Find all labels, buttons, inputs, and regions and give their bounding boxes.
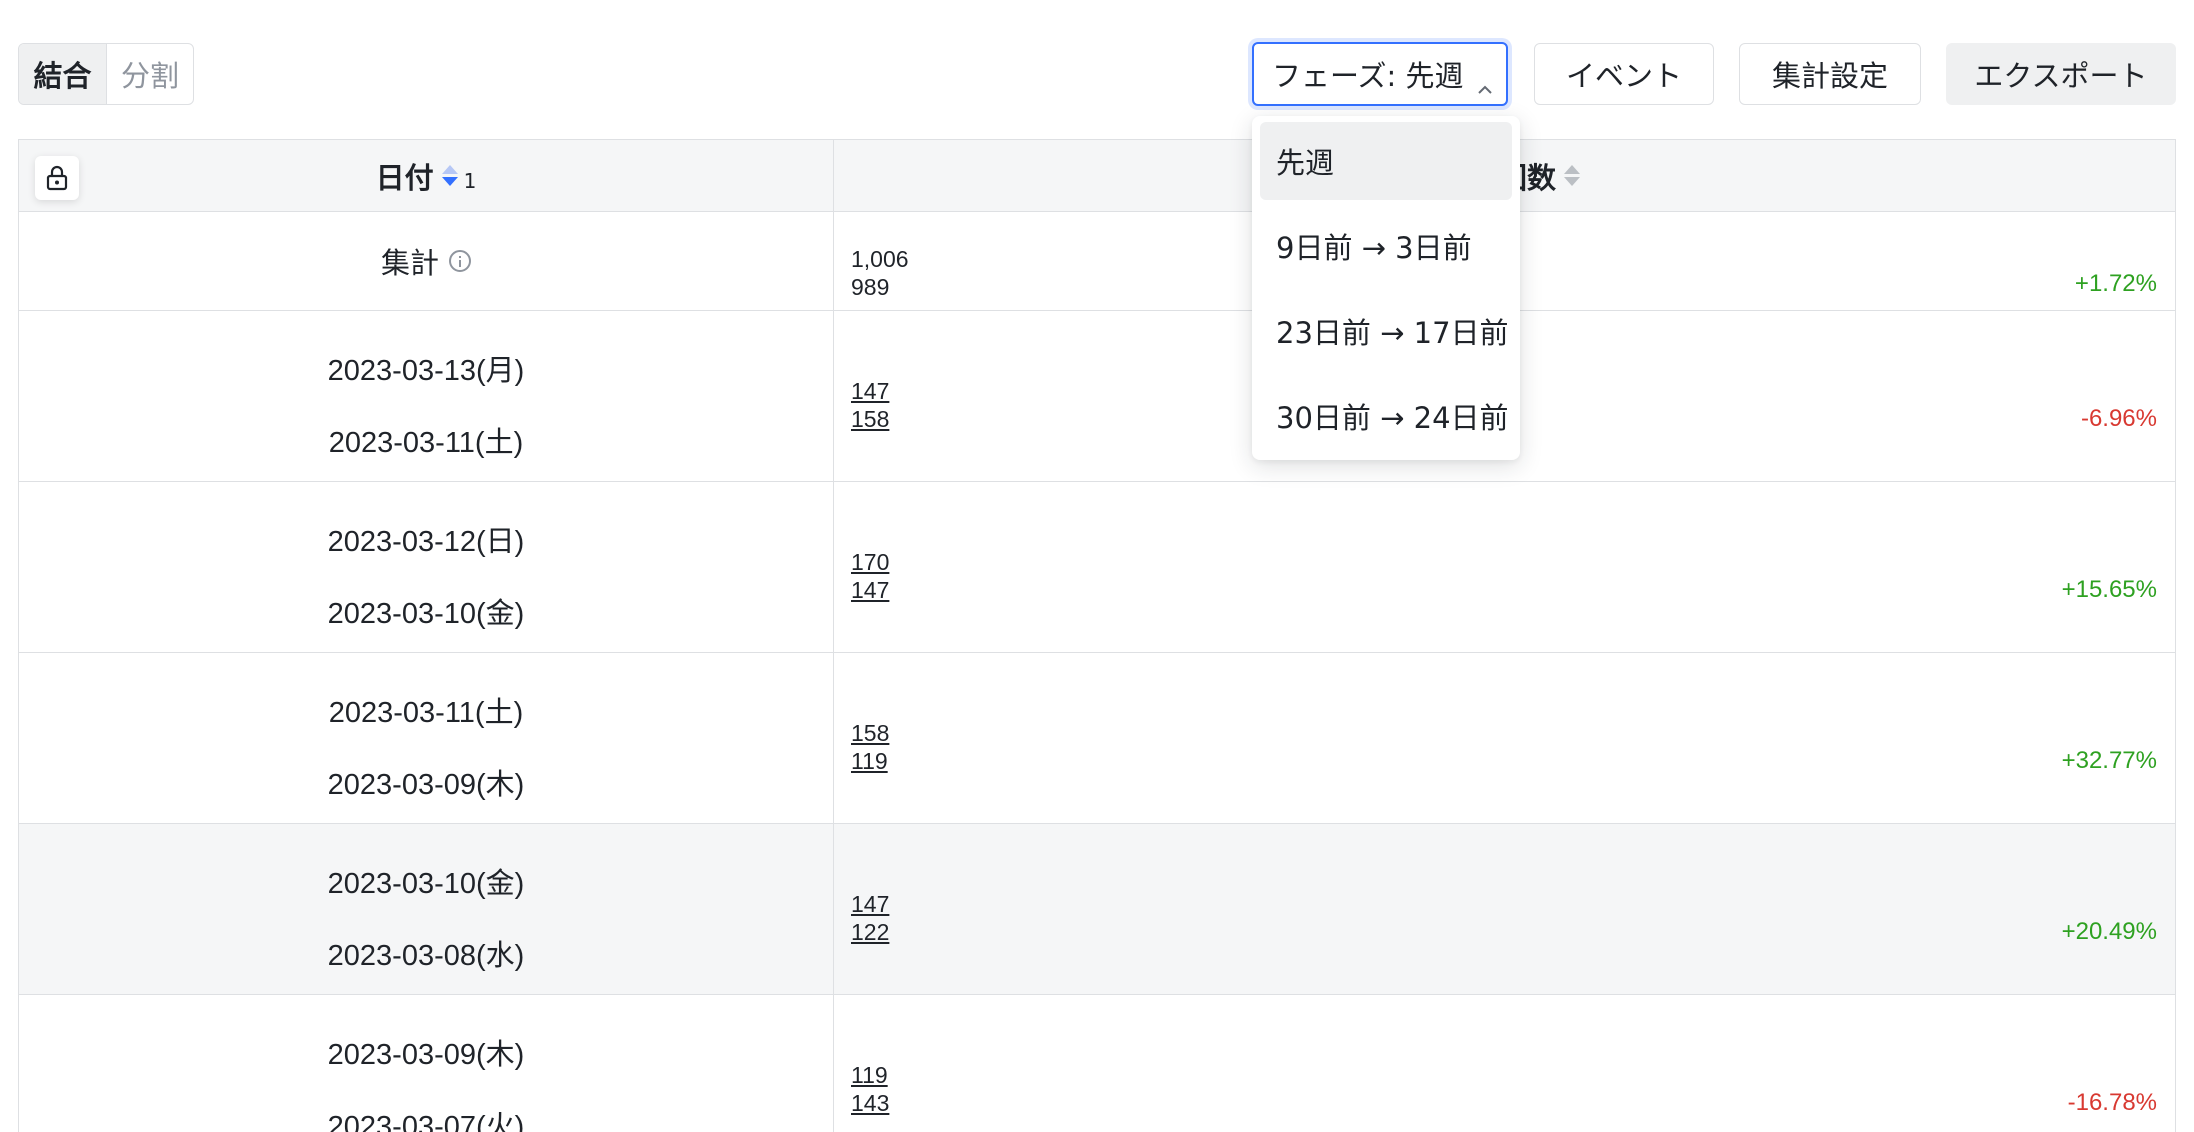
table-row: 2023-03-09(木) 2023-03-07(火) 119 143 -16.… bbox=[19, 995, 2175, 1132]
phase-option-23-to-17-days[interactable]: 23日前 → 17日前 bbox=[1260, 292, 1512, 370]
current-date: 2023-03-10(金) bbox=[327, 868, 525, 900]
previous-value-link[interactable]: 158 bbox=[851, 405, 889, 433]
summary-label-wrap: 集計 bbox=[19, 212, 833, 310]
summary-change-rate: +1.72% bbox=[2074, 270, 2157, 297]
summary-row: 集計 1,006 989 +1.72% bbox=[19, 212, 2175, 311]
previous-value-link[interactable]: 119 bbox=[851, 747, 889, 775]
export-button[interactable]: エクスポート bbox=[1946, 43, 2176, 105]
phase-option-last-week[interactable]: 先週 bbox=[1260, 122, 1512, 200]
row-values: 119 143 bbox=[851, 1061, 889, 1117]
merge-tab[interactable]: 結合 bbox=[19, 44, 107, 104]
data-table: 日付 1 .合計回数 集計 bbox=[18, 139, 2176, 1132]
sort-icon[interactable] bbox=[441, 165, 458, 186]
change-rate: -6.96% bbox=[2080, 405, 2157, 432]
change-rate: +32.77% bbox=[2061, 747, 2157, 774]
previous-date: 2023-03-08(水) bbox=[327, 940, 525, 972]
table-row: 2023-03-11(土) 2023-03-09(木) 158 119 +32.… bbox=[19, 653, 2175, 824]
table-row: 2023-03-12(日) 2023-03-10(金) 170 147 +15.… bbox=[19, 482, 2175, 653]
merge-split-toggle: 結合 分割 bbox=[18, 43, 194, 105]
previous-value-link[interactable]: 147 bbox=[851, 576, 889, 604]
date-column-header[interactable]: 日付 1 bbox=[19, 140, 834, 211]
value-cell: 158 119 +32.77% bbox=[834, 653, 2175, 823]
lock-icon[interactable] bbox=[35, 156, 79, 200]
current-date: 2023-03-12(日) bbox=[327, 526, 525, 558]
change-rate: +15.65% bbox=[2061, 576, 2157, 603]
phase-option-30-to-24-days[interactable]: 30日前 → 24日前 bbox=[1260, 377, 1512, 455]
row-values: 147 122 bbox=[851, 890, 889, 946]
value-cell: 170 147 +15.65% bbox=[834, 482, 2175, 652]
value-cell: 119 143 -16.78% bbox=[834, 995, 2175, 1132]
current-date: 2023-03-09(木) bbox=[327, 1039, 525, 1071]
summary-values: 1,006 989 bbox=[851, 245, 909, 301]
sort-order-index: 1 bbox=[463, 168, 477, 193]
current-date: 2023-03-13(月) bbox=[327, 355, 525, 387]
date-cell: 2023-03-12(日) 2023-03-10(金) bbox=[19, 482, 834, 652]
table-header: 日付 1 .合計回数 bbox=[19, 140, 2175, 212]
chevron-up-icon bbox=[1477, 68, 1492, 94]
current-value-link[interactable]: 158 bbox=[851, 719, 889, 747]
current-value-link[interactable]: 170 bbox=[851, 548, 889, 576]
sort-icon[interactable] bbox=[1564, 165, 1581, 186]
summary-label-cell: 集計 bbox=[19, 212, 834, 310]
summary-label: 集計 bbox=[380, 246, 439, 280]
date-cell: 2023-03-11(土) 2023-03-09(木) bbox=[19, 653, 834, 823]
current-value-link[interactable]: 147 bbox=[851, 890, 889, 918]
summary-previous-value: 989 bbox=[851, 274, 890, 300]
current-value-link[interactable]: 147 bbox=[851, 377, 889, 405]
date-cell: 2023-03-13(月) 2023-03-11(土) bbox=[19, 311, 834, 481]
summary-current-value: 1,006 bbox=[851, 246, 909, 272]
phase-select[interactable]: フェーズ: 先週 bbox=[1252, 42, 1508, 106]
date-cell: 2023-03-09(木) 2023-03-07(火) bbox=[19, 995, 834, 1132]
event-button[interactable]: イベント bbox=[1534, 43, 1714, 105]
date-cell: 2023-03-10(金) 2023-03-08(水) bbox=[19, 824, 834, 994]
row-values: 170 147 bbox=[851, 548, 889, 604]
split-tab[interactable]: 分割 bbox=[107, 44, 193, 104]
change-rate: -16.78% bbox=[2067, 1089, 2157, 1116]
previous-date: 2023-03-09(木) bbox=[327, 769, 525, 801]
row-values: 158 119 bbox=[851, 719, 889, 775]
page-root: 結合 分割 フェーズ: 先週 イベント 集計設定 エクスポート 日付 1 集計 … bbox=[0, 0, 2194, 1132]
previous-date: 2023-03-11(土) bbox=[328, 427, 524, 459]
previous-date: 2023-03-07(火) bbox=[327, 1111, 525, 1132]
date-header-label: 日付 bbox=[375, 160, 434, 195]
aggregate-settings-button[interactable]: 集計設定 bbox=[1739, 43, 1921, 105]
row-values: 147 158 bbox=[851, 377, 889, 433]
previous-date: 2023-03-10(金) bbox=[327, 598, 525, 630]
previous-value-link[interactable]: 143 bbox=[851, 1089, 889, 1117]
value-cell: 147 122 +20.49% bbox=[834, 824, 2175, 994]
info-icon[interactable] bbox=[449, 250, 471, 272]
phase-option-9-to-3-days[interactable]: 9日前 → 3日前 bbox=[1260, 207, 1512, 285]
phase-select-label: フェーズ: 先週 bbox=[1272, 59, 1464, 93]
phase-dropdown-menu: 先週 9日前 → 3日前 23日前 → 17日前 30日前 → 24日前 bbox=[1252, 116, 1520, 460]
current-date: 2023-03-11(土) bbox=[328, 697, 524, 729]
current-value-link[interactable]: 119 bbox=[851, 1061, 889, 1089]
table-row: 2023-03-13(月) 2023-03-11(土) 147 158 -6.9… bbox=[19, 311, 2175, 482]
change-rate: +20.49% bbox=[2061, 918, 2157, 945]
table-row-hovered: 2023-03-10(金) 2023-03-08(水) 147 122 +20.… bbox=[19, 824, 2175, 995]
previous-value-link[interactable]: 122 bbox=[851, 918, 889, 946]
